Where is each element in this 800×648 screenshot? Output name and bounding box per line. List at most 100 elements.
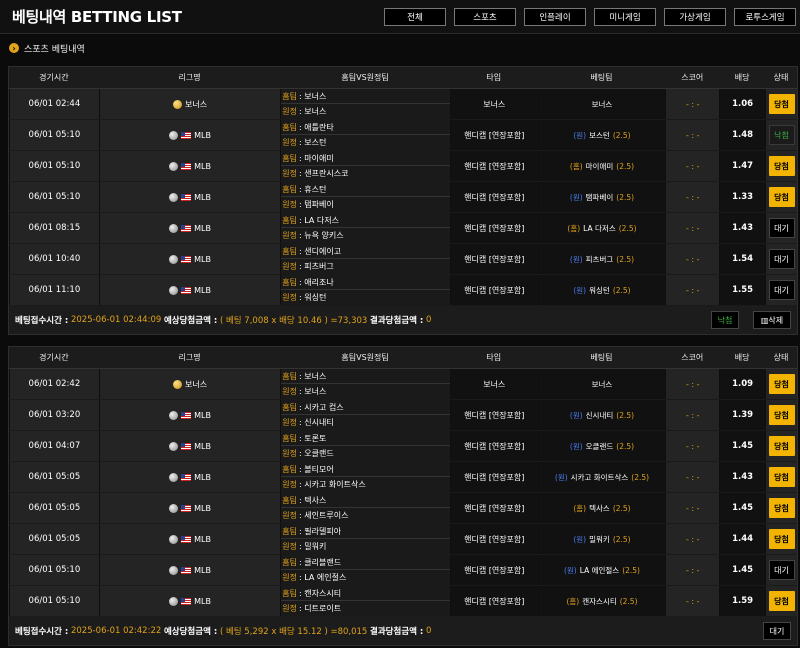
pick-team: 캔자스시티 <box>582 596 617 606</box>
home-team: 홈팀: 캔자스시티 <box>281 586 450 601</box>
league-label: MLB <box>194 192 211 202</box>
away-team: 원정: LA 에인절스 <box>281 570 450 585</box>
league-name: MLB <box>169 285 211 295</box>
score: - : - <box>665 275 719 305</box>
score: - : - <box>665 462 719 492</box>
teams-cell: 홈팀: LA 다저스 원정: 뉴욕 양키스 <box>280 213 450 243</box>
away-team-name: : 밀워키 <box>299 542 327 551</box>
away-tag: 원정 <box>282 418 298 427</box>
tab-5[interactable]: 가상게임 <box>664 8 726 26</box>
score: - : - <box>665 400 719 430</box>
pick-side: (홈) <box>566 596 580 606</box>
delete-button[interactable]: ▥ 삭제 <box>753 311 791 329</box>
status-badge[interactable]: 당첨 <box>768 374 795 394</box>
tab-2[interactable]: 스포츠 <box>454 8 516 26</box>
odds: 1.55 <box>719 275 766 305</box>
status-badge[interactable]: 당첨 <box>768 498 795 518</box>
baseball-icon <box>169 503 179 513</box>
us-flag-icon <box>181 566 192 574</box>
score: - : - <box>665 213 719 243</box>
status-badge[interactable]: 대기 <box>768 218 795 238</box>
away-team-name: : 피츠버그 <box>299 262 334 271</box>
pick-team: 보너스 <box>591 379 613 389</box>
bet-type: 핸디캡 [연장포함] <box>449 524 538 554</box>
league-label: 보너스 <box>184 99 208 109</box>
pick-team: 보스턴 <box>589 130 610 140</box>
home-team: 홈팀: 텍사스 <box>281 493 450 508</box>
slip-footer: 베팅접수시간 : 2025-06-01 02:44:09 예상당첨금액 : ( … <box>9 306 797 334</box>
away-tag: 원정 <box>282 604 298 613</box>
bet-pick: (원) 오클랜드 (2.5) <box>537 431 666 461</box>
status-badge[interactable]: 당첨 <box>768 436 795 456</box>
home-team-name: : 애리조나 <box>299 277 334 287</box>
baseball-icon <box>169 223 179 233</box>
us-flag-icon <box>181 597 192 605</box>
match-time: 06/01 05:10 <box>9 120 99 150</box>
league-name: MLB <box>169 410 211 420</box>
status-badge[interactable]: 대기 <box>768 560 795 580</box>
odds: 1.48 <box>719 120 766 150</box>
status-badge[interactable]: 대기 <box>768 280 795 300</box>
league-cell: 보너스 <box>98 369 281 399</box>
status-badge[interactable]: 당첨 <box>768 94 795 114</box>
away-team-name: : 워싱턴 <box>299 293 327 302</box>
away-team: 원정: 샌프란시스코 <box>281 166 450 181</box>
table-row: 06/01 05:05 MLB 홈팀: 볼티모어 원정: 시카고 화이트삭스 핸디캡 [… <box>9 462 797 493</box>
match-time: 06/01 02:44 <box>9 89 99 119</box>
us-flag-icon <box>181 193 192 201</box>
away-team: 원정: 신시내티 <box>281 415 450 430</box>
league-name: 보너스 <box>172 379 207 390</box>
match-time: 06/01 08:15 <box>9 213 99 243</box>
status-badge[interactable]: 당첨 <box>768 156 795 176</box>
column-header: 경기시간 <box>39 73 69 82</box>
status-button[interactable]: 대기 <box>763 622 791 640</box>
status-badge[interactable]: 낙첨 <box>768 125 795 145</box>
status-cell: 당첨 <box>765 524 797 554</box>
status-badge[interactable]: 당첨 <box>768 187 795 207</box>
status-badge[interactable]: 당첨 <box>768 405 795 425</box>
us-flag-icon <box>181 224 192 232</box>
tab-6[interactable]: 로투스게임 <box>734 8 796 26</box>
match-time: 06/01 05:05 <box>9 493 99 523</box>
league-cell: MLB <box>98 462 281 492</box>
tab-3[interactable]: 인플레이 <box>524 8 586 26</box>
home-team: 홈팀: 보너스 <box>281 89 450 104</box>
bet-type: 핸디캡 [연장포함] <box>449 493 538 523</box>
score: - : - <box>665 151 719 181</box>
odds: 1.47 <box>719 151 766 181</box>
teams-cell: 홈팀: 텍사스 원정: 세인트루이스 <box>280 493 450 523</box>
home-tag: 홈팀 <box>282 557 298 567</box>
league-name: 보너스 <box>172 99 208 110</box>
handicap-line: (2.5) <box>612 534 631 544</box>
status-cell: 당첨 <box>765 89 797 119</box>
us-flag-icon <box>181 473 192 481</box>
away-tag: 원정 <box>282 480 298 489</box>
away-team: 원정: 뉴욕 양키스 <box>281 228 450 243</box>
tab-4[interactable]: 미니게임 <box>594 8 656 26</box>
status-badge[interactable]: 당첨 <box>768 591 795 611</box>
league-cell: MLB <box>98 182 281 212</box>
column-header: 리그명 <box>178 73 201 82</box>
home-team: 홈팀: 필라델피아 <box>281 524 450 539</box>
pick-side: (원) <box>573 285 587 295</box>
league-cell: MLB <box>98 586 281 616</box>
status-badge[interactable]: 대기 <box>768 249 795 269</box>
away-tag: 원정 <box>282 107 298 116</box>
home-team-name: : 마이애미 <box>299 153 334 163</box>
away-tag: 원정 <box>282 387 298 396</box>
match-time: 06/01 02:42 <box>9 369 99 399</box>
pick-team: 탬파베이 <box>585 192 614 202</box>
us-flag-icon <box>181 286 192 294</box>
handicap-line: (2.5) <box>622 565 640 575</box>
tab-1[interactable]: 전체 <box>384 8 446 26</box>
league-name: MLB <box>169 534 211 544</box>
match-time: 06/01 03:20 <box>9 400 99 430</box>
home-team: 홈팀: 애리조나 <box>281 275 450 290</box>
status-badge[interactable]: 당첨 <box>768 467 795 487</box>
status-button[interactable]: 낙첨 <box>711 311 739 329</box>
away-team: 원정: 디트로이트 <box>281 601 450 616</box>
handicap-line: (2.5) <box>616 161 635 171</box>
status-cell: 당첨 <box>765 369 797 399</box>
status-badge[interactable]: 당첨 <box>768 529 795 549</box>
us-flag-icon <box>181 504 192 512</box>
